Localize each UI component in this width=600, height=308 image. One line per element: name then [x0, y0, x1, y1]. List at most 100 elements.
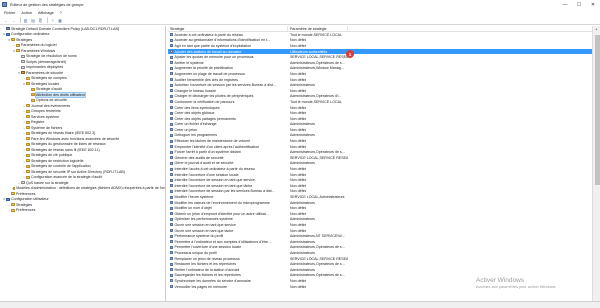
policy-setting-value: Non défini	[290, 77, 307, 82]
policy-name: Emprunter l'identité d'un client après l…	[174, 144, 260, 149]
tree-item-label: Stratégies de comptes	[30, 76, 67, 81]
policy-name: Obtenir un jeton d'emprunt d'identité po…	[174, 211, 269, 216]
policy-setting-icon	[170, 106, 173, 110]
folder-icon	[26, 170, 30, 174]
tree-item-label: Système de fichiers	[30, 125, 63, 130]
policy-setting-value: Administrateurs,Window Manag...	[290, 66, 344, 71]
scroll-up-icon[interactable]: ▲	[593, 26, 600, 32]
policy-cell: Effectuer les tâches de maintenance de v…	[168, 139, 288, 143]
policy-setting-icon	[170, 128, 173, 132]
policy-cell: Changer le fuseau horaire	[168, 89, 288, 93]
policy-name: Auditer l'ensemble des clés de registres	[174, 77, 238, 82]
policy-cell: Charger et décharger les pilotes de péri…	[168, 94, 288, 98]
step-badge: 1	[346, 50, 354, 58]
policy-cell: Modifier l'heure système	[168, 195, 288, 199]
tree-item-label: Préférences	[15, 191, 36, 196]
tree-item-label: Paramètres du logiciel	[20, 43, 57, 48]
close-button[interactable]: ✕	[586, 0, 600, 9]
policy-cell: Optimiser les performances système	[168, 217, 288, 221]
policy-setting-icon	[170, 262, 173, 266]
menu-action[interactable]: Action	[21, 11, 32, 15]
tree-item-label: Journal des événements	[30, 103, 71, 108]
tree-item-label: Configuration utilisateur	[10, 197, 49, 202]
policy-setting-value: Non défini	[290, 88, 307, 93]
policy-setting-value: Administrateurs	[290, 250, 315, 255]
policy-setting-icon	[170, 78, 173, 82]
policy-name: Effectuer les tâches de maintenance de v…	[174, 139, 251, 144]
console-view-icon[interactable]: ▦	[57, 17, 63, 23]
back-arrow-icon[interactable]: ←	[3, 17, 9, 23]
policy-setting-value: Administrateurs,Opérateurs de s...	[290, 245, 345, 250]
policy-cell: Augmenter la priorité de planification	[168, 66, 288, 70]
policy-setting-value: Administrateurs,Opérateurs de s...	[290, 262, 345, 267]
policy-setting-icon	[170, 178, 173, 182]
policy-name: Verrouiller les pages en mémoire	[174, 284, 228, 289]
policy-setting-icon	[170, 83, 173, 87]
tree-item-label: QoS basée sur la stratégie	[25, 180, 69, 185]
vertical-scrollbar[interactable]: ▲	[592, 26, 600, 301]
policy-cell: Accéder à cet ordinateur à partir du rés…	[168, 33, 288, 37]
policy-cell: Ouvrir une session en tant que service	[168, 223, 288, 227]
menu-fichier[interactable]: Fichier	[4, 11, 15, 15]
policy-setting-icon	[170, 161, 173, 165]
policy-setting-icon	[170, 145, 173, 149]
menu-affichage[interactable]: Affichage	[38, 11, 54, 15]
export-list-icon[interactable]: ⎘	[38, 17, 44, 23]
policy-setting-icon	[170, 223, 173, 227]
policy-name: Interdire l'accès à cet ordinateur à par…	[174, 167, 255, 172]
policy-setting-icon	[170, 111, 173, 115]
tree-item[interactable]: › Préférences	[0, 208, 165, 214]
policy-cell: Processus unique du profil	[168, 251, 288, 255]
policy-name: Ajouter des stations de travail au domai…	[174, 49, 242, 54]
menu-help[interactable]: ?	[60, 11, 62, 15]
policy-name: Ouvrir une session en tant que tâche	[174, 228, 234, 233]
monitor-icon	[6, 32, 10, 36]
policy-setting-value: Non défini	[290, 189, 307, 194]
menu-bar: Fichier Action Affichage ?	[0, 9, 600, 16]
policy-setting-value: Non défini	[290, 278, 307, 283]
policy-setting-icon	[170, 38, 173, 42]
policy-cell: Ajuster les quotas de mémoire pour un pr…	[168, 55, 288, 59]
monitor-icon	[6, 197, 10, 201]
policy-name: Arrêter le système	[174, 60, 204, 65]
policy-setting-icon	[170, 279, 173, 283]
policy-cell: Interdire l'ouverture de session en tant…	[168, 178, 288, 182]
tree-item-label: Attribution des droits utilisateur	[34, 91, 87, 98]
scroll-thumb[interactable]	[594, 35, 600, 185]
column-header-policy[interactable]: Stratégie	[168, 26, 288, 31]
policy-cell: Forcer l'arrêt à partir d'un système dis…	[168, 150, 288, 154]
policy-name: Créer des liens symboliques	[174, 105, 220, 110]
tree-item-label: Stratégies de contrôle de l'application	[30, 164, 91, 169]
tree-item-label: Stratégies	[15, 37, 33, 42]
policy-cell: Arrêter le système	[168, 61, 288, 65]
policy-cell: Retirer l'ordinateur de la station d'acc…	[168, 268, 288, 272]
tree-item-label: Stratégies de sécurité IP sur Active Dir…	[30, 169, 125, 174]
policy-name: Accéder au gestionnaire d'informations d…	[174, 38, 271, 43]
policy-setting-icon	[170, 100, 173, 104]
doc-icon	[21, 65, 25, 69]
properties-icon[interactable]: ▤	[30, 17, 36, 23]
policy-setting-icon	[170, 66, 173, 70]
policy-setting-icon	[170, 268, 173, 272]
column-header-setting[interactable]: Paramètre de stratégie	[288, 26, 348, 31]
policy-setting-value: Non défini	[290, 206, 307, 211]
policy-setting-icon	[170, 72, 173, 76]
help-icon[interactable]: ?	[50, 17, 56, 23]
policy-setting-icon	[170, 133, 173, 137]
policy-cell: Modifier un nom d'objet	[168, 206, 288, 210]
policy-setting-icon	[170, 167, 173, 171]
policy-setting-icon	[170, 245, 173, 249]
activation-watermark: Activer Windows Accédez aux paramètres p…	[476, 277, 556, 289]
policy-tree[interactable]: Stratégie Default Domain Controllers Pol…	[0, 26, 166, 301]
maximize-button[interactable]: ☐	[572, 0, 586, 9]
tree-item[interactable]: ›Modèles d'administration : définitions …	[0, 186, 165, 192]
policy-setting-value: Non défini	[290, 228, 307, 233]
minimize-button[interactable]: —	[558, 0, 572, 9]
folder-icon	[31, 98, 35, 102]
folder-icon	[26, 109, 30, 113]
forward-arrow-icon[interactable]: →	[11, 17, 17, 23]
folder-icon	[26, 115, 30, 119]
show-hide-tree-icon[interactable]: ▥	[23, 17, 29, 23]
tree-item-label: Modèles d'administration : définitions d…	[16, 186, 165, 191]
policy-setting-value: Administrateurs,Opérateurs de s...	[290, 150, 345, 155]
